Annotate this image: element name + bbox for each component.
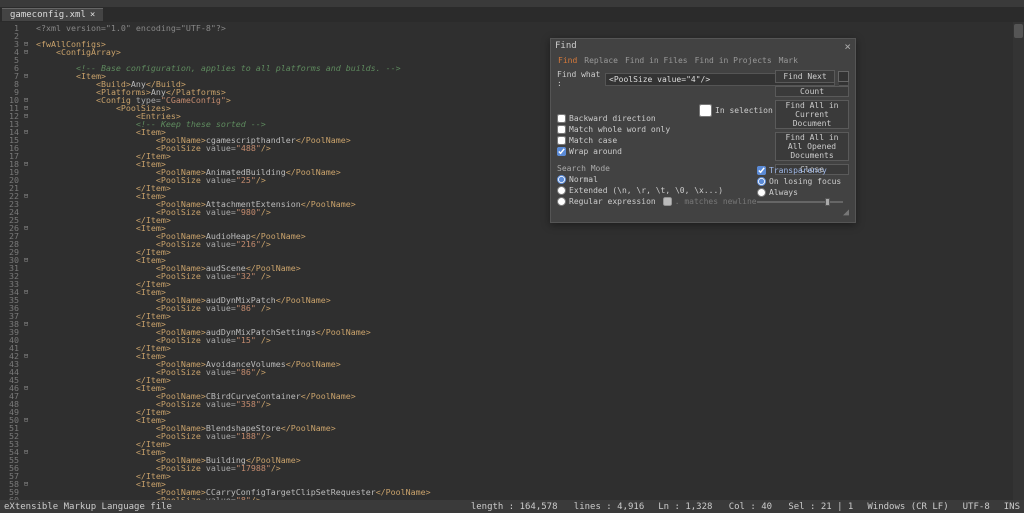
find-what-label: Find what : bbox=[557, 70, 601, 88]
find-all-opened-button[interactable]: Find All in All Opened Documents bbox=[775, 132, 849, 161]
status-bar: eXtensible Markup Language file length :… bbox=[0, 500, 1024, 513]
on-losing-focus-option[interactable]: On losing focus bbox=[757, 177, 849, 186]
tab-gameconfig[interactable]: gameconfig.xml × bbox=[2, 8, 103, 21]
find-tab-find-in-projects[interactable]: Find in Projects bbox=[692, 55, 775, 66]
find-dialog[interactable]: Find × FindReplaceFind in FilesFind in P… bbox=[550, 38, 856, 223]
matches-newline-checkbox bbox=[663, 197, 672, 206]
whole-word-option[interactable]: Match whole word only bbox=[557, 125, 670, 134]
extended-radio[interactable] bbox=[557, 186, 566, 195]
status-eol: Windows (CR LF) bbox=[867, 502, 948, 512]
normal-mode-option[interactable]: Normal bbox=[557, 175, 757, 184]
wrap-option[interactable]: Wrap around bbox=[557, 147, 670, 156]
close-icon[interactable]: × bbox=[90, 10, 95, 20]
fold-gutter[interactable]: ⊟⊟⊟⊟⊟⊟⊟⊟⊟⊟⊟⊟⊟⊟⊟⊟⊟⊟ bbox=[22, 22, 30, 500]
search-mode-group: Search Mode Normal Extended (\n, \r, \t,… bbox=[557, 164, 757, 208]
status-encoding: UTF-8 bbox=[963, 502, 990, 512]
whole-word-checkbox[interactable] bbox=[557, 125, 566, 134]
always-option[interactable]: Always bbox=[757, 188, 849, 197]
find-tab-find-in-files[interactable]: Find in Files bbox=[622, 55, 691, 66]
extended-mode-option[interactable]: Extended (\n, \r, \t, \0, \x...) bbox=[557, 186, 757, 195]
tab-bar: gameconfig.xml × bbox=[0, 7, 1024, 22]
editor-area[interactable]: 1234567891011121314151617181920212223242… bbox=[0, 22, 1024, 500]
in-selection-checkbox[interactable] bbox=[699, 104, 712, 117]
tab-label: gameconfig.xml bbox=[10, 10, 86, 20]
resize-grip-icon[interactable]: ◢ bbox=[843, 209, 853, 219]
scrollbar-thumb[interactable] bbox=[1014, 24, 1023, 38]
backward-option[interactable]: Backward direction bbox=[557, 114, 670, 123]
find-title: Find bbox=[555, 41, 577, 51]
find-next-button[interactable]: Find Next bbox=[775, 70, 835, 83]
slider-thumb[interactable] bbox=[825, 198, 830, 206]
status-length: length : 164,578 lines : 4,916 bbox=[471, 502, 644, 512]
transparency-checkbox[interactable] bbox=[757, 166, 766, 175]
close-icon[interactable]: × bbox=[844, 40, 851, 53]
find-tab-find[interactable]: Find bbox=[555, 55, 580, 66]
find-tabbar: FindReplaceFind in FilesFind in Projects… bbox=[551, 53, 855, 66]
regex-mode-option[interactable]: Regular expression . matches newline bbox=[557, 197, 757, 206]
transparency-group: Transparency On losing focus Always bbox=[757, 166, 849, 203]
find-options: Backward direction Match whole word only… bbox=[557, 114, 670, 156]
on-losing-focus-radio[interactable] bbox=[757, 177, 766, 186]
wrap-checkbox[interactable] bbox=[557, 147, 566, 156]
search-mode-header: Search Mode bbox=[557, 164, 757, 173]
find-titlebar[interactable]: Find × bbox=[551, 39, 855, 53]
in-selection-label: In selection bbox=[715, 106, 773, 115]
transparency-slider[interactable] bbox=[757, 201, 843, 203]
match-case-option[interactable]: Match case bbox=[557, 136, 670, 145]
find-buttons: Find Next Count Find All in Current Docu… bbox=[775, 70, 849, 175]
always-radio[interactable] bbox=[757, 188, 766, 197]
find-all-current-button[interactable]: Find All in Current Document bbox=[775, 100, 849, 129]
line-number-gutter: 1234567891011121314151617181920212223242… bbox=[0, 22, 22, 500]
match-case-checkbox[interactable] bbox=[557, 136, 566, 145]
code-area[interactable]: <?xml version="1.0" encoding="UTF-8"?> <… bbox=[30, 22, 1024, 500]
status-ins: INS bbox=[1004, 502, 1020, 512]
count-button[interactable]: Count bbox=[775, 86, 849, 97]
find-next-checkbox[interactable] bbox=[838, 71, 849, 82]
menubar-placeholder bbox=[0, 0, 1024, 7]
find-tab-mark[interactable]: Mark bbox=[776, 55, 801, 66]
find-tab-replace[interactable]: Replace bbox=[581, 55, 621, 66]
status-filetype: eXtensible Markup Language file bbox=[4, 502, 172, 512]
in-selection-option[interactable]: In selection bbox=[699, 104, 773, 117]
matches-newline-option: . matches newline bbox=[663, 197, 757, 206]
regex-radio[interactable] bbox=[557, 197, 566, 206]
status-position: Ln : 1,328 Col : 40 Sel : 21 | 1 bbox=[658, 502, 853, 512]
normal-radio[interactable] bbox=[557, 175, 566, 184]
backward-checkbox[interactable] bbox=[557, 114, 566, 123]
transparency-header[interactable]: Transparency bbox=[757, 166, 849, 175]
vertical-scrollbar[interactable] bbox=[1013, 22, 1024, 500]
